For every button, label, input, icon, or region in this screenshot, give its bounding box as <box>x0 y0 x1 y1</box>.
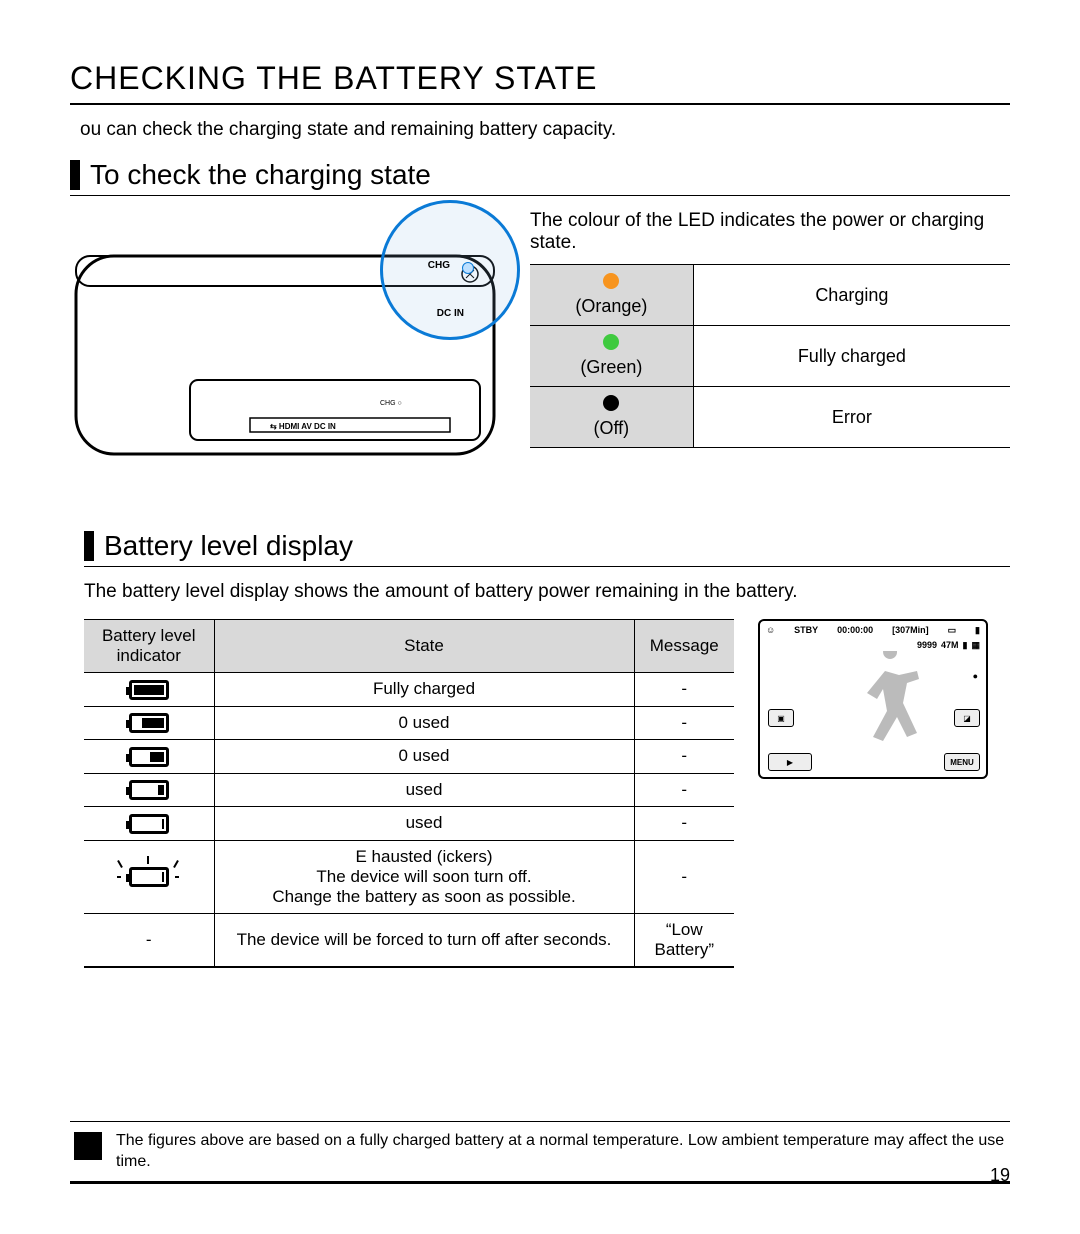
preview-remaining: [307Min] <box>892 625 929 636</box>
state-cell: 0 used <box>214 740 634 774</box>
msg-cell: - <box>634 773 734 807</box>
page-number: 19 <box>990 1165 1010 1186</box>
intro-text: ou can check the charging state and rema… <box>80 119 1010 141</box>
orange-dot-icon <box>603 273 619 289</box>
preview-card-icon: ▭ <box>948 625 957 636</box>
msg-cell: “Low Battery” <box>634 913 734 967</box>
led-color-name: (Orange) <box>575 296 647 316</box>
preview-play-icon: ▶ <box>768 753 812 771</box>
battery-level-table: Battery level indicator State Message Fu… <box>84 619 734 968</box>
table-row: (Green) Fully charged <box>530 326 1010 387</box>
state-cell: The device will be forced to turn off af… <box>214 913 634 967</box>
preview-mode-icon: ◪ <box>954 709 980 727</box>
preview-hd-icon: ▦ <box>971 640 980 651</box>
battery-3bar-icon <box>129 713 169 733</box>
preview-menu-button: MENU <box>944 753 980 771</box>
col-header-indicator: Battery level indicator <box>84 620 214 673</box>
table-row: - The device will be forced to turn off … <box>84 913 734 967</box>
preview-face-icon: ☺ <box>766 625 775 636</box>
page-title: CHECKING THE BATTERY STATE <box>70 60 1010 105</box>
preview-zoom-icon: ▣ <box>768 709 794 727</box>
table-row: (Orange) Charging <box>530 265 1010 326</box>
preview-time: 00:00:00 <box>837 625 873 636</box>
chg-label: CHG <box>428 260 450 271</box>
state-cell: used <box>214 773 634 807</box>
footnote: The figures above are based on a fully c… <box>70 1121 1010 1184</box>
table-row: E hausted (ickers) The device will soon … <box>84 840 734 913</box>
heading-bar-icon <box>84 531 94 561</box>
section1-row: ⇆ HDMI AV DC IN CHG ○ CHG DC IN The colo… <box>70 210 1010 470</box>
preview-mp: 47M <box>941 640 959 651</box>
battery-low-icon <box>129 814 169 834</box>
led-meaning: Charging <box>693 265 1010 326</box>
note-icon <box>74 1132 102 1160</box>
state-cell: Fully charged <box>214 673 634 707</box>
state-cell: 0 used <box>214 706 634 740</box>
svg-text:CHG ○: CHG ○ <box>380 400 402 407</box>
table-header-row: Battery level indicator State Message <box>84 620 734 673</box>
battery-full-icon <box>129 680 169 700</box>
section2-intro: The battery level display shows the amou… <box>84 581 1010 603</box>
camcorder-diagram: ⇆ HDMI AV DC IN CHG ○ CHG DC IN <box>70 210 510 470</box>
section1-heading: To check the charging state <box>70 159 1010 196</box>
col-header-state: State <box>214 620 634 673</box>
preview-shots: 9999 <box>917 640 937 651</box>
preview-stby: STBY <box>794 625 818 636</box>
lcd-preview: ☺ STBY 00:00:00 [307Min] ▭ ▮ 9999 47M ▮ … <box>758 619 988 779</box>
legend-intro: The colour of the LED indicates the powe… <box>530 210 1010 254</box>
section1-heading-text: To check the charging state <box>90 159 431 191</box>
section2-heading: Battery level display <box>84 530 1010 567</box>
led-color-name: (Off) <box>594 418 630 438</box>
table-row: used - <box>84 773 734 807</box>
led-legend: The colour of the LED indicates the powe… <box>530 210 1010 470</box>
preview-batt-icon: ▮ <box>975 625 980 636</box>
skateboarder-silhouette-icon <box>850 651 930 751</box>
heading-bar-icon <box>70 160 80 190</box>
col-header-message: Message <box>634 620 734 673</box>
off-dot-icon <box>603 395 619 411</box>
indicator-none: - <box>84 913 214 967</box>
state-cell: E hausted (ickers) The device will soon … <box>214 840 634 913</box>
table-row: Fully charged - <box>84 673 734 707</box>
msg-cell: - <box>634 807 734 841</box>
led-state-table: (Orange) Charging (Green) Fully charged … <box>530 264 1010 448</box>
led-indicator-icon <box>462 262 474 274</box>
svg-text:⇆ HDMI AV DC IN: ⇆ HDMI AV DC IN <box>270 422 336 431</box>
preview-res-icon: ▮ <box>963 640 968 651</box>
table-row: (Off) Error <box>530 387 1010 448</box>
led-meaning: Error <box>693 387 1010 448</box>
green-dot-icon <box>603 334 619 350</box>
led-color-name: (Green) <box>580 357 642 377</box>
preview-bullet-icon: ● <box>973 671 978 681</box>
dcin-label: DC IN <box>437 308 464 319</box>
table-row: used - <box>84 807 734 841</box>
msg-cell: - <box>634 706 734 740</box>
msg-cell: - <box>634 673 734 707</box>
battery-2bar-icon <box>129 747 169 767</box>
table-row: 0 used - <box>84 706 734 740</box>
section2-heading-text: Battery level display <box>104 530 353 562</box>
led-meaning: Fully charged <box>693 326 1010 387</box>
msg-cell: - <box>634 840 734 913</box>
msg-cell: - <box>634 740 734 774</box>
footnote-text: The figures above are based on a fully c… <box>116 1130 1006 1173</box>
battery-flicker-icon <box>129 866 169 887</box>
battery-1bar-icon <box>129 780 169 800</box>
led-callout-circle-icon <box>380 200 520 340</box>
state-cell: used <box>214 807 634 841</box>
table-row: 0 used - <box>84 740 734 774</box>
